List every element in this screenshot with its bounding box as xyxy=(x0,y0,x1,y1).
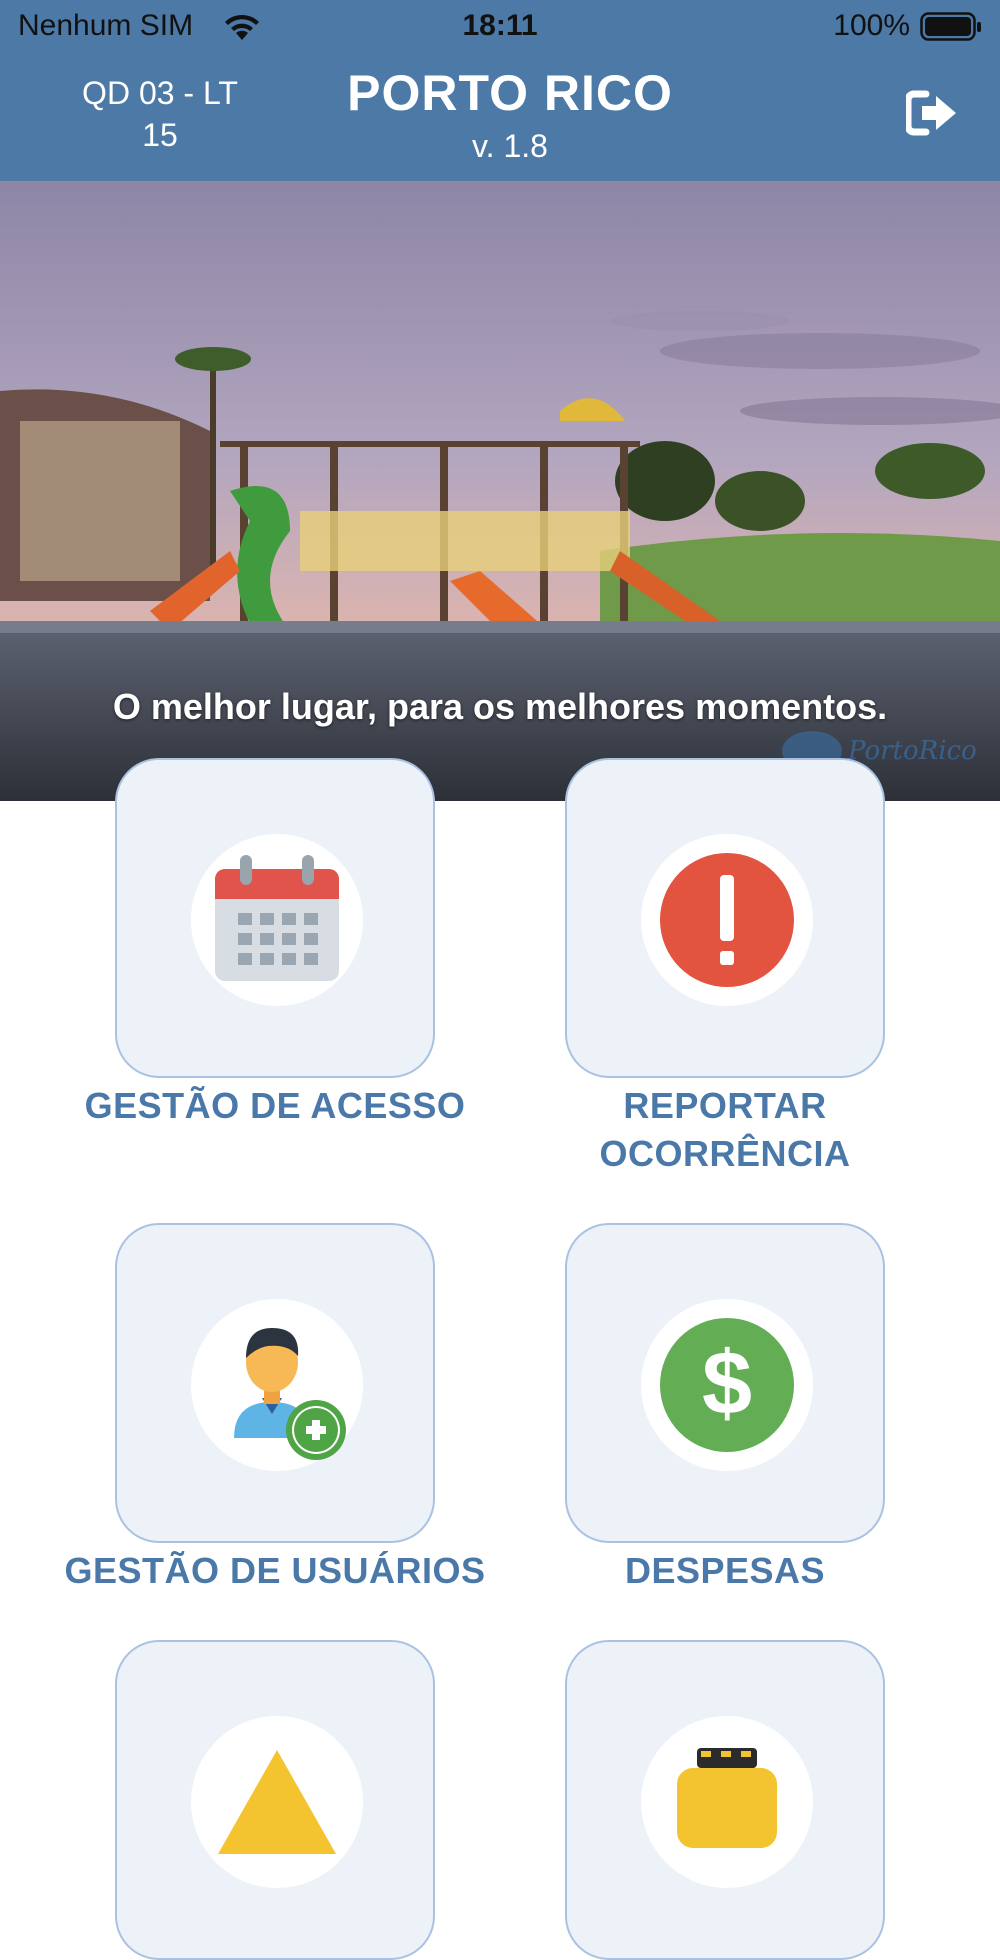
report-incident-label-line-1: REPORTAR xyxy=(623,1085,827,1126)
access-management-card[interactable] xyxy=(115,758,435,1078)
svg-text:PortoRico: PortoRico xyxy=(847,736,977,766)
taxi-icon xyxy=(677,1748,777,1848)
status-bar: Nenhum SIM 18:11 100% xyxy=(0,0,1000,54)
icon-circle: $ xyxy=(641,1299,813,1471)
top-bar: Nenhum SIM 18:11 100% QD 03 - LT 15 PORT… xyxy=(0,0,1000,181)
taxi-card[interactable] xyxy=(565,1640,885,1960)
battery-icon xyxy=(920,12,982,47)
app-title: PORTO RICO xyxy=(347,65,673,121)
svg-text:$: $ xyxy=(702,1334,752,1434)
icon-circle xyxy=(641,1716,813,1888)
report-incident-label[interactable]: REPORTAR OCORRÊNCIA xyxy=(485,1082,965,1178)
calendar-icon xyxy=(215,855,339,981)
battery-percentage: 100% xyxy=(833,9,910,42)
app-version: v. 1.8 xyxy=(472,128,548,164)
icon-circle xyxy=(641,834,813,1006)
alert-icon xyxy=(660,853,794,987)
hero-banner: O melhor lugar, para os melhores momento… xyxy=(0,181,1000,801)
user-management-label[interactable]: GESTÃO DE USUÁRIOS xyxy=(35,1547,515,1595)
warning-icon xyxy=(218,1750,336,1854)
report-incident-card[interactable] xyxy=(565,758,885,1078)
icon-circle xyxy=(191,1716,363,1888)
expenses-card[interactable]: $ xyxy=(565,1223,885,1543)
access-management-label[interactable]: GESTÃO DE ACESSO xyxy=(35,1082,515,1130)
report-incident-label-line-2: OCORRÊNCIA xyxy=(599,1133,851,1174)
add-user-icon xyxy=(234,1328,346,1460)
dollar-icon: $ xyxy=(660,1318,794,1452)
icon-circle xyxy=(191,834,363,1006)
expenses-label[interactable]: DESPESAS xyxy=(485,1547,965,1595)
icon-circle xyxy=(191,1299,363,1471)
sign-out-icon xyxy=(904,90,956,136)
warning-card[interactable] xyxy=(115,1640,435,1960)
user-management-card[interactable] xyxy=(115,1223,435,1543)
logout-button[interactable] xyxy=(904,90,960,141)
